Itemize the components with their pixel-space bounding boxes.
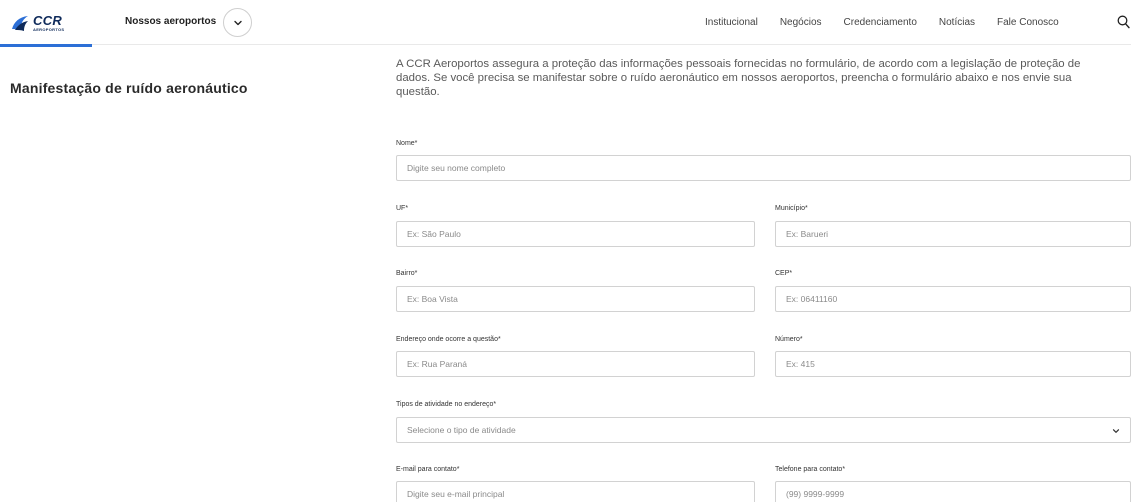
airports-dropdown-button[interactable] <box>223 8 252 37</box>
numero-label: Número* <box>775 336 803 343</box>
uf-input[interactable] <box>396 221 755 247</box>
nav-negocios[interactable]: Negócios <box>780 17 822 28</box>
municipio-input[interactable] <box>775 221 1131 247</box>
chevron-down-icon <box>1112 429 1120 433</box>
nome-label: Nome* <box>396 140 418 147</box>
email-input[interactable] <box>396 481 755 502</box>
header-active-indicator <box>0 44 92 47</box>
logo-subtitle: AEROPORTOS <box>33 27 65 32</box>
header-divider <box>0 44 1131 45</box>
telefone-input[interactable] <box>775 481 1131 502</box>
telefone-label: Telefone para contato* <box>775 466 846 473</box>
main-nav: Institucional Negócios Credenciamento No… <box>705 17 1081 28</box>
nav-fale-conosco[interactable]: Fale Conosco <box>997 17 1059 28</box>
search-icon[interactable] <box>1117 15 1130 29</box>
municipio-label: Município* <box>775 205 808 212</box>
cep-label: CEP* <box>775 270 793 277</box>
cep-input[interactable] <box>775 286 1131 312</box>
ccr-logo-icon <box>12 16 28 31</box>
endereco-input[interactable] <box>396 351 755 377</box>
endereco-label: Endereço onde ocorre a questão* <box>396 336 501 343</box>
numero-input[interactable] <box>775 351 1131 377</box>
chevron-down-icon <box>233 20 242 25</box>
tipos-atividade-selected: Selecione o tipo de atividade <box>407 425 516 435</box>
logo-wordmark: CCR <box>33 13 63 28</box>
nav-noticias[interactable]: Notícias <box>939 17 975 28</box>
site-header: CCR AEROPORTOS Nossos aeroportos Institu… <box>0 0 1131 46</box>
nome-input[interactable] <box>396 155 1131 181</box>
nav-institucional[interactable]: Institucional <box>705 17 758 28</box>
bairro-input[interactable] <box>396 286 755 312</box>
page-title: Manifestação de ruído aeronáutico <box>10 80 248 96</box>
email-label: E-mail para contato* <box>396 466 460 473</box>
uf-label: UF* <box>396 205 409 212</box>
bairro-label: Bairro* <box>396 270 418 277</box>
ccr-logo[interactable]: CCR AEROPORTOS <box>10 10 64 36</box>
tipos-atividade-label: Tipos de atividade no endereço* <box>396 401 497 408</box>
our-airports-link[interactable]: Nossos aeroportos <box>125 16 216 27</box>
nav-credenciamento[interactable]: Credenciamento <box>844 17 917 28</box>
privacy-intro-text: A CCR Aeroportos assegura a proteção das… <box>396 58 1081 98</box>
tipos-atividade-select[interactable]: Selecione o tipo de atividade <box>396 417 1131 443</box>
